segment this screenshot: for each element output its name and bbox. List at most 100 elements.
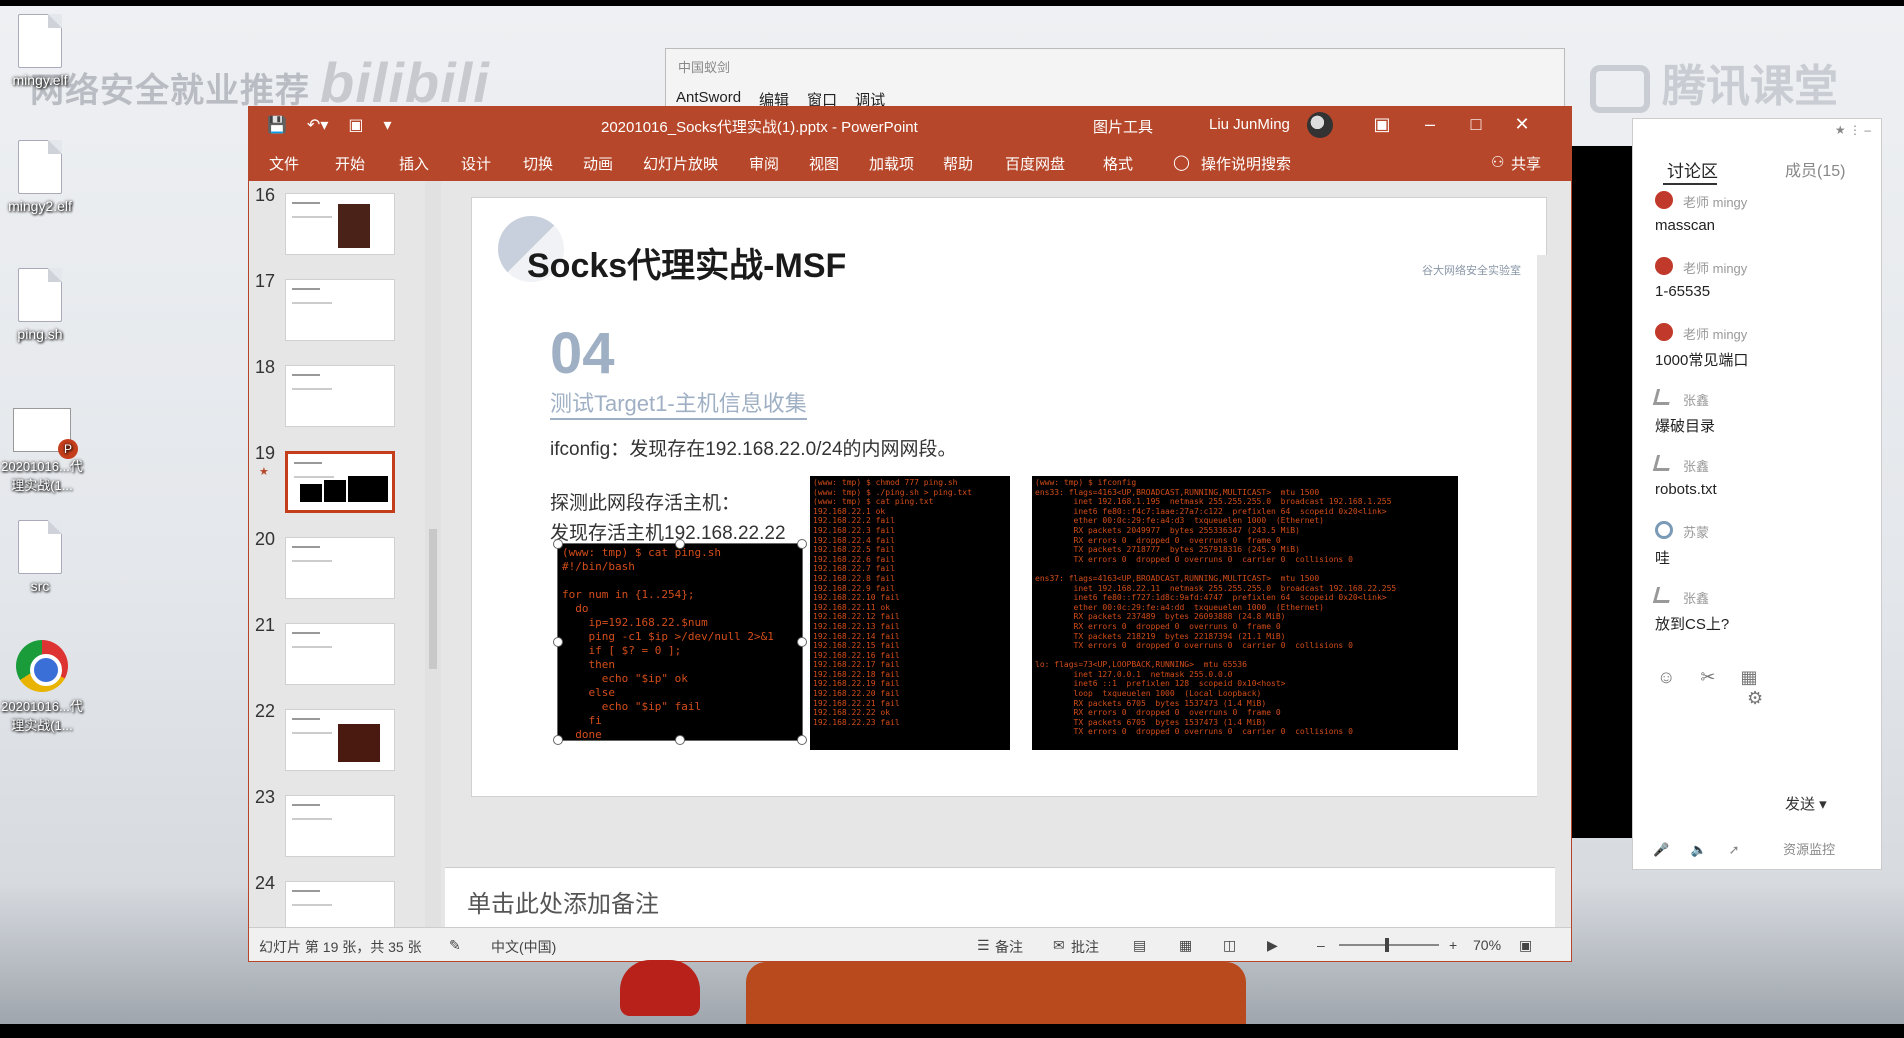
- thumbnail-image[interactable]: [285, 795, 395, 857]
- emoji-icon[interactable]: ☺: [1657, 667, 1675, 687]
- tab-design[interactable]: 设计: [461, 153, 491, 174]
- notes-placeholder[interactable]: 单击此处添加备注: [467, 884, 659, 919]
- desktop-icon-mingy2-elf[interactable]: mingy2.elf: [0, 140, 80, 214]
- slide-thumbnail[interactable]: 20: [249, 529, 429, 609]
- user-name[interactable]: Liu JunMing: [1209, 116, 1290, 133]
- slide-sorter-icon[interactable]: ▦: [1179, 937, 1192, 954]
- zoom-slider-thumb[interactable]: [1385, 938, 1389, 952]
- send-button[interactable]: 发送 ▾: [1785, 793, 1827, 814]
- slide-thumbnail[interactable]: 16: [249, 185, 429, 265]
- resize-handle[interactable]: [553, 539, 563, 549]
- scrollbar-thumb[interactable]: [429, 529, 437, 669]
- share-button[interactable]: 共享: [1511, 153, 1541, 174]
- notes-pane[interactable]: 单击此处添加备注: [445, 867, 1555, 927]
- scissors-icon[interactable]: ✂: [1700, 667, 1715, 687]
- minimize-button[interactable]: –: [1415, 111, 1445, 137]
- desktop-icon-src[interactable]: src: [0, 520, 80, 594]
- desktop-icon-chrome-html[interactable]: 20201016...代理实战(1...: [0, 640, 84, 734]
- thumbnail-image[interactable]: [285, 365, 395, 427]
- slide-scrollbar[interactable]: [1537, 255, 1555, 875]
- tab-addins[interactable]: 加载项: [869, 153, 914, 174]
- zoom-in-icon[interactable]: +: [1449, 937, 1457, 953]
- present-from-start-icon[interactable]: ▣: [348, 115, 363, 135]
- tab-view[interactable]: 视图: [809, 153, 839, 174]
- desktop-icon-mingy-elf[interactable]: mingy.elf: [0, 14, 80, 88]
- slide-title[interactable]: Socks代理实战-MSF: [527, 238, 846, 287]
- panel-window-controls[interactable]: ★ ⋮ –: [1835, 123, 1871, 137]
- section-number[interactable]: 04: [550, 320, 615, 387]
- normal-view-icon[interactable]: ▤: [1133, 937, 1146, 954]
- avatar[interactable]: [1307, 112, 1333, 138]
- resize-handle[interactable]: [675, 735, 685, 745]
- thumbnail-image[interactable]: [285, 451, 395, 513]
- spell-check-icon[interactable]: ✎: [449, 937, 461, 954]
- zoom-out-icon[interactable]: –: [1317, 937, 1325, 953]
- desktop-icon-pptx[interactable]: 20201016...代理实战(1...: [0, 408, 84, 494]
- resource-monitor-link[interactable]: 资源监控: [1783, 842, 1835, 857]
- slide-thumbnail[interactable]: 24: [249, 873, 429, 927]
- settings-icon[interactable]: ⚙: [1747, 688, 1763, 708]
- image-icon[interactable]: ▦: [1741, 667, 1758, 687]
- language-indicator[interactable]: 中文(中国): [491, 937, 556, 957]
- ribbon-display-options-icon[interactable]: ▣: [1367, 111, 1397, 137]
- customize-toolbar-icon[interactable]: ▾: [383, 115, 391, 135]
- speaker-icon[interactable]: 🔈: [1691, 842, 1707, 857]
- tab-file[interactable]: 文件: [269, 153, 299, 174]
- close-button[interactable]: ✕: [1507, 111, 1537, 137]
- zoom-slider[interactable]: [1339, 944, 1439, 946]
- slide-thumbnail[interactable]: 17: [249, 271, 429, 351]
- resize-handle[interactable]: [797, 735, 807, 745]
- share-icon[interactable]: ⚇: [1491, 153, 1504, 171]
- body-text-alive-host[interactable]: 发现存活主机192.168.22.22: [550, 518, 786, 545]
- notes-button[interactable]: 备注: [995, 937, 1023, 957]
- section-title[interactable]: 测试Target1-主机信息收集: [550, 386, 807, 420]
- tab-help[interactable]: 帮助: [943, 153, 973, 174]
- tab-format[interactable]: 格式: [1103, 153, 1133, 174]
- tab-members[interactable]: 成员(15): [1785, 157, 1845, 181]
- ping-script-screenshot[interactable]: (www: tmp) $ cat ping.sh #!/bin/bash for…: [557, 543, 803, 741]
- resize-handle[interactable]: [553, 735, 563, 745]
- resize-handle[interactable]: [797, 637, 807, 647]
- resize-handle[interactable]: [675, 539, 685, 549]
- ifconfig-output-screenshot[interactable]: (www: tmp) $ ifconfig ens33: flags=4163<…: [1032, 476, 1458, 750]
- body-text-probe[interactable]: 探测此网段存活主机：: [550, 488, 740, 515]
- comments-button[interactable]: 批注: [1071, 937, 1099, 957]
- undo-icon[interactable]: ↶▾: [307, 115, 328, 135]
- ping-output-screenshot[interactable]: (www: tmp) $ chmod 777 ping.sh (www: tmp…: [810, 476, 1010, 750]
- tab-home[interactable]: 开始: [335, 153, 365, 174]
- tab-review[interactable]: 审阅: [749, 153, 779, 174]
- desktop-icon-ping-sh[interactable]: ping.sh: [0, 268, 80, 342]
- thumbnail-image[interactable]: [285, 623, 395, 685]
- maximize-button[interactable]: □: [1461, 111, 1491, 137]
- slide-thumbnail[interactable]: 18: [249, 357, 429, 437]
- zoom-level[interactable]: 70%: [1473, 937, 1501, 953]
- current-slide[interactable]: Socks代理实战-MSF 谷大网络安全实验室 04 测试Target1-主机信…: [471, 197, 1547, 797]
- thumbnail-image[interactable]: [285, 881, 395, 927]
- thumbnail-scrollbar[interactable]: [425, 181, 441, 927]
- tab-transitions[interactable]: 切换: [523, 153, 553, 174]
- thumbnail-image[interactable]: [285, 709, 395, 771]
- powerpoint-window[interactable]: 💾 ↶▾ ▣ ▾ 20201016_Socks代理实战(1).pptx - Po…: [248, 106, 1572, 962]
- slide-thumbnail[interactable]: 23: [249, 787, 429, 867]
- thumbnail-image[interactable]: [285, 193, 395, 255]
- tab-insert[interactable]: 插入: [399, 153, 429, 174]
- slide-thumbnail-active[interactable]: 19 ★: [249, 443, 429, 523]
- slideshow-icon[interactable]: ▶: [1267, 937, 1278, 954]
- save-icon[interactable]: 💾: [267, 115, 287, 135]
- reading-view-icon[interactable]: ◫: [1223, 937, 1236, 954]
- tab-slideshow[interactable]: 幻灯片放映: [643, 153, 718, 174]
- slide-thumbnail[interactable]: 21: [249, 615, 429, 695]
- tell-me-search[interactable]: 操作说明搜索: [1201, 153, 1291, 174]
- resize-handle[interactable]: [797, 539, 807, 549]
- microphone-icon[interactable]: 🎤: [1653, 842, 1669, 857]
- tab-discussion[interactable]: 讨论区: [1667, 157, 1718, 182]
- body-text-ifconfig[interactable]: ifconfig：发现存在192.168.22.0/24的内网网段。: [550, 434, 957, 461]
- pin-icon[interactable]: ➚: [1729, 842, 1740, 857]
- thumbnail-image[interactable]: [285, 279, 395, 341]
- tab-baidu-netdisk[interactable]: 百度网盘: [1005, 153, 1065, 174]
- fit-to-window-icon[interactable]: ▣: [1519, 937, 1532, 954]
- tab-animations[interactable]: 动画: [583, 153, 613, 174]
- thumbnail-image[interactable]: [285, 537, 395, 599]
- resize-handle[interactable]: [553, 637, 563, 647]
- slide-thumbnail[interactable]: 22: [249, 701, 429, 781]
